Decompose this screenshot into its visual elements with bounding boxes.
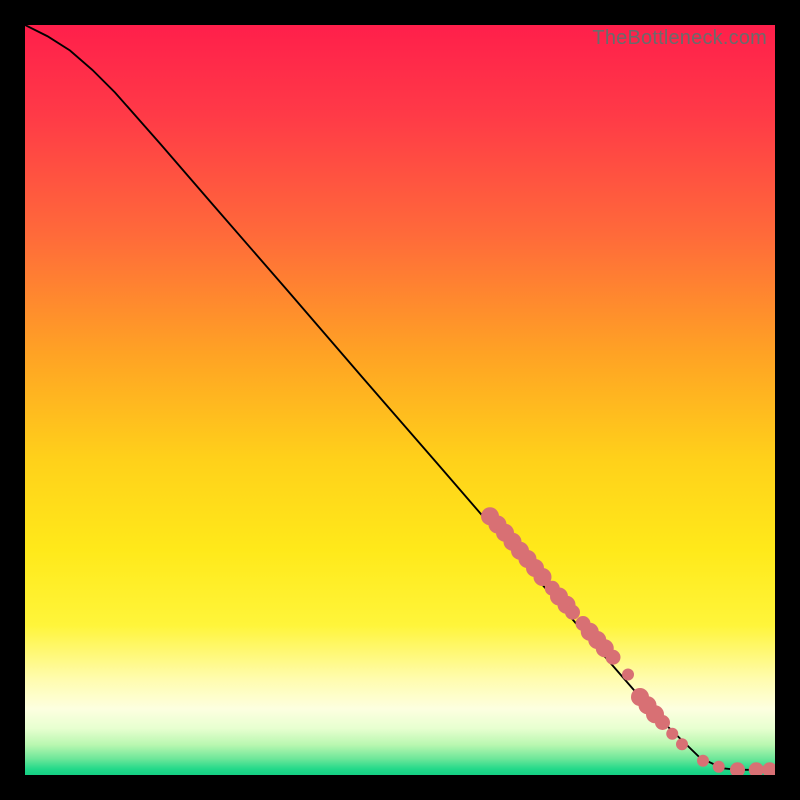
plot-area: TheBottleneck.com [25,25,775,775]
data-marker [622,668,634,680]
data-marker [749,762,764,775]
data-marker [676,738,688,750]
watermark-text: TheBottleneck.com [592,27,767,50]
bottleneck-curve [25,25,775,770]
data-marker [565,605,580,620]
data-marker [762,762,775,775]
data-marker [713,761,725,773]
data-marker [655,715,670,730]
data-marker [666,728,678,740]
data-marker [606,650,621,665]
data-marker [697,755,709,767]
curve-layer [25,25,775,775]
marker-group [481,507,775,775]
data-marker [730,762,745,775]
chart-frame: TheBottleneck.com [0,0,800,800]
